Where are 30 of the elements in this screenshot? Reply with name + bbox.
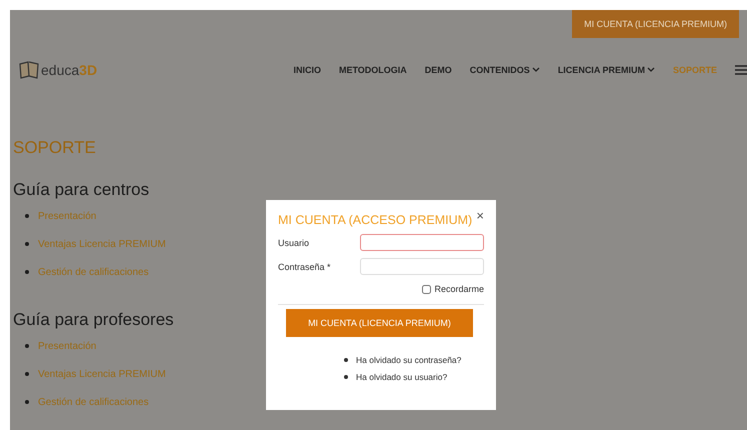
bullet-icon xyxy=(25,372,29,376)
bullet-icon xyxy=(25,214,29,218)
account-button[interactable]: MI CUENTA (LICENCIA PREMIUM) xyxy=(572,10,739,38)
field-label: Contraseña * xyxy=(278,262,331,272)
nav-item[interactable]: LICENCIA PREMIUM xyxy=(558,65,655,75)
bullet-icon xyxy=(25,400,29,404)
bullet-icon xyxy=(25,242,29,246)
menu-icon[interactable] xyxy=(735,65,747,75)
forgot-link[interactable]: Ha olvidado su contraseña? xyxy=(356,354,462,364)
page-title: SOPORTE xyxy=(13,138,96,158)
nav-item[interactable]: DEMO xyxy=(424,65,452,75)
nav-item[interactable]: METODOLOGIA xyxy=(338,65,407,75)
bullet-icon xyxy=(25,344,29,348)
bullet-icon xyxy=(344,374,348,378)
checkbox[interactable] xyxy=(422,284,432,294)
nav-item[interactable]: CONTENIDOS xyxy=(470,65,540,75)
input-field[interactable] xyxy=(360,234,484,251)
field-label: Usuario xyxy=(278,238,310,248)
bullet-icon xyxy=(25,270,29,274)
bullet-icon xyxy=(344,358,348,362)
forgot-link[interactable]: Ha olvidado su usuario? xyxy=(356,372,448,382)
book-icon xyxy=(18,60,40,80)
nav-item[interactable]: INICIO xyxy=(293,65,321,75)
logo-text[interactable]: educa3D xyxy=(41,62,98,78)
submit-button[interactable]: MI CUENTA (LICENCIA PREMIUM) xyxy=(286,309,473,337)
section-heading: Guía para centros xyxy=(13,180,150,200)
section-heading: Guía para profesores xyxy=(13,310,174,330)
dialog-title: MI CUENTA (ACCESO PREMIUM) xyxy=(278,213,472,227)
close-button[interactable]: × xyxy=(476,210,484,222)
checkbox-label: Recordarme xyxy=(434,284,484,294)
